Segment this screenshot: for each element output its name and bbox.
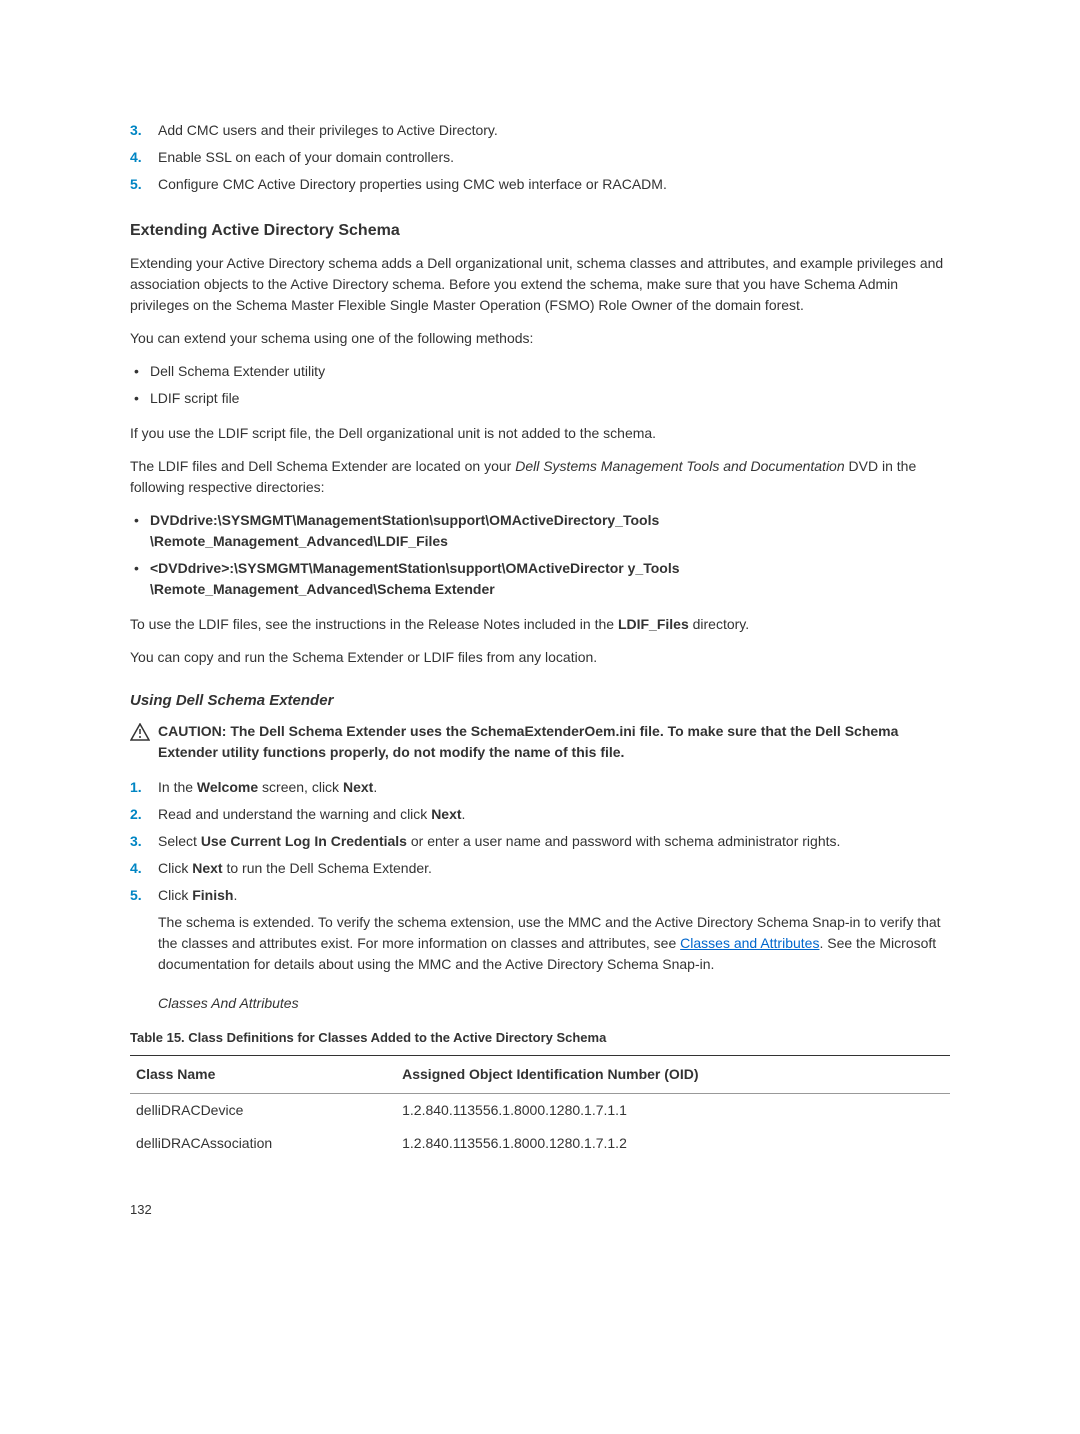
step-number: 4. xyxy=(130,858,142,879)
paragraph: You can extend your schema using one of … xyxy=(130,328,950,349)
list-item: Dell Schema Extender utility xyxy=(130,361,950,382)
step-number: 2. xyxy=(130,804,142,825)
text-run: The LDIF files and Dell Schema Extender … xyxy=(130,458,515,474)
list-item: 1. In the Welcome screen, click Next. xyxy=(130,777,950,798)
text-run: . xyxy=(233,887,237,903)
table-header-cell: Assigned Object Identification Number (O… xyxy=(396,1056,950,1094)
table-row: delliDRACDevice 1.2.840.113556.1.8000.12… xyxy=(130,1094,950,1128)
text-italic: Dell Systems Management Tools and Docume… xyxy=(515,458,844,474)
section-heading: Extending Active Directory Schema xyxy=(130,219,950,243)
text-run: Read and understand the warning and clic… xyxy=(158,806,431,822)
step-followup-paragraph: The schema is extended. To verify the sc… xyxy=(158,912,950,975)
paragraph: If you use the LDIF script file, the Del… xyxy=(130,423,950,444)
text-bold: Use Current Log In Credentials xyxy=(201,833,407,849)
table-row: delliDRACAssociation 1.2.840.113556.1.80… xyxy=(130,1127,950,1160)
text-run: Click xyxy=(158,860,192,876)
text-bold: Next xyxy=(192,860,222,876)
method-bullet-list: Dell Schema Extender utility LDIF script… xyxy=(130,361,950,409)
text-run: To use the LDIF files, see the instructi… xyxy=(130,616,618,632)
text-bold: Finish xyxy=(192,887,233,903)
list-item: 5. Configure CMC Active Directory propert… xyxy=(130,174,950,195)
table-caption: Table 15. Class Definitions for Classes … xyxy=(130,1028,950,1048)
top-numbered-list: 3. Add CMC users and their privileges to … xyxy=(130,120,950,195)
step-number: 1. xyxy=(130,777,142,798)
list-item: 3. Select Use Current Log In Credentials… xyxy=(130,831,950,852)
paragraph: To use the LDIF files, see the instructi… xyxy=(130,614,950,635)
text-run: Select xyxy=(158,833,201,849)
text-run: directory. xyxy=(689,616,749,632)
list-item: LDIF script file xyxy=(130,388,950,409)
table-header-cell: Class Name xyxy=(130,1056,396,1094)
list-text: Dell Schema Extender utility xyxy=(150,363,325,379)
document-page: 3. Add CMC users and their privileges to … xyxy=(0,0,1080,1280)
list-item: <DVDdrive>:\SYSMGMT\ManagementStation\su… xyxy=(130,558,950,600)
step-number: 3. xyxy=(130,831,142,852)
paragraph: The LDIF files and Dell Schema Extender … xyxy=(130,456,950,498)
classes-attributes-link[interactable]: Classes and Attributes xyxy=(680,935,819,951)
text-run: . xyxy=(373,779,377,795)
list-text: Configure CMC Active Directory propertie… xyxy=(158,176,667,192)
steps-numbered-list: 1. In the Welcome screen, click Next. 2.… xyxy=(130,777,950,975)
list-text: Add CMC users and their privileges to Ac… xyxy=(158,122,498,138)
table-cell: delliDRACDevice xyxy=(130,1094,396,1128)
text-bold: Next xyxy=(431,806,461,822)
text-bold: LDIF_Files xyxy=(618,616,689,632)
caution-icon xyxy=(130,723,150,747)
attributes-title: Classes And Attributes xyxy=(158,993,950,1014)
text-bold: Next xyxy=(343,779,373,795)
subsection-heading: Using Dell Schema Extender xyxy=(130,690,950,713)
list-text: LDIF script file xyxy=(150,390,239,406)
step-number: 4. xyxy=(130,147,142,168)
list-text: Enable SSL on each of your domain contro… xyxy=(158,149,454,165)
text-run: In the xyxy=(158,779,197,795)
list-item: 4. Enable SSL on each of your domain cont… xyxy=(130,147,950,168)
class-definitions-table: Class Name Assigned Object Identificatio… xyxy=(130,1055,950,1160)
step-number: 5. xyxy=(130,174,142,195)
text-run: Click xyxy=(158,887,192,903)
caution-block: CAUTION: The Dell Schema Extender uses t… xyxy=(130,721,950,763)
caution-text: CAUTION: The Dell Schema Extender uses t… xyxy=(158,721,950,763)
page-number: 132 xyxy=(130,1200,950,1220)
table-header-row: Class Name Assigned Object Identificatio… xyxy=(130,1056,950,1094)
list-item: 5. Click Finish. The schema is extended.… xyxy=(130,885,950,975)
table-cell: 1.2.840.113556.1.8000.1280.1.7.1.1 xyxy=(396,1094,950,1128)
step-number: 3. xyxy=(130,120,142,141)
text-bold: Welcome xyxy=(197,779,258,795)
path-text: <DVDdrive>:\SYSMGMT\ManagementStation\su… xyxy=(150,560,680,597)
list-item: 3. Add CMC users and their privileges to … xyxy=(130,120,950,141)
text-run: to run the Dell Schema Extender. xyxy=(223,860,432,876)
text-run: screen, click xyxy=(258,779,343,795)
table-cell: delliDRACAssociation xyxy=(130,1127,396,1160)
path-bullet-list: DVDdrive:\SYSMGMT\ManagementStation\supp… xyxy=(130,510,950,600)
list-item: 2. Read and understand the warning and c… xyxy=(130,804,950,825)
list-item: DVDdrive:\SYSMGMT\ManagementStation\supp… xyxy=(130,510,950,552)
text-run: or enter a user name and password with s… xyxy=(407,833,840,849)
paragraph: You can copy and run the Schema Extender… xyxy=(130,647,950,668)
path-text: DVDdrive:\SYSMGMT\ManagementStation\supp… xyxy=(150,512,659,549)
table-cell: 1.2.840.113556.1.8000.1280.1.7.1.2 xyxy=(396,1127,950,1160)
text-run: . xyxy=(462,806,466,822)
list-item: 4. Click Next to run the Dell Schema Ext… xyxy=(130,858,950,879)
paragraph: Extending your Active Directory schema a… xyxy=(130,253,950,316)
step-number: 5. xyxy=(130,885,142,906)
